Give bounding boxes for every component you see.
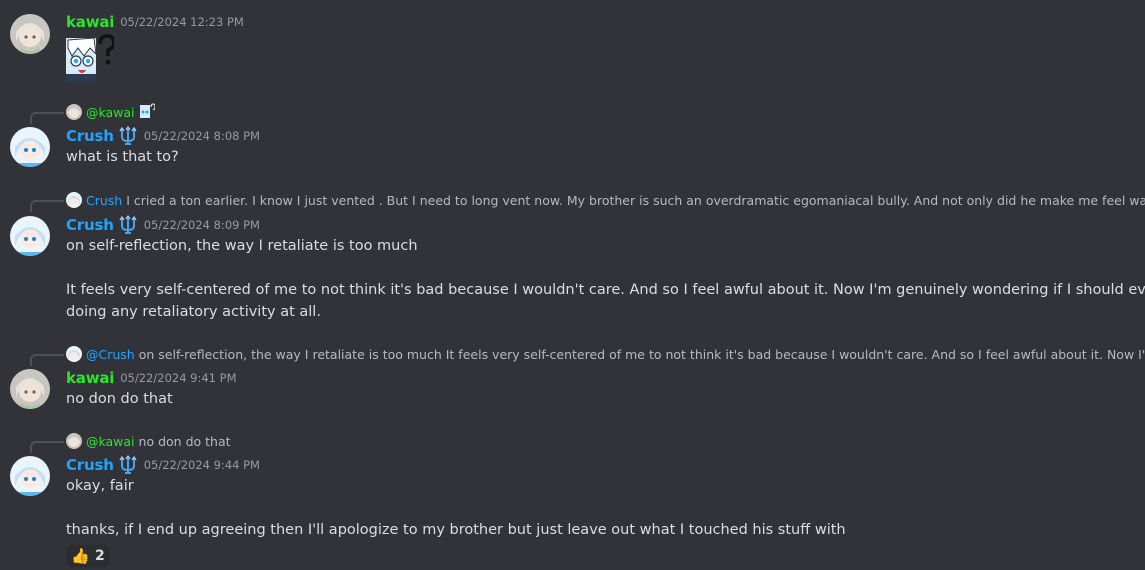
reply-preview[interactable]: Crush I cried a ton earlier. I know I ju… — [66, 191, 1145, 209]
reply-preview[interactable]: @kawai no don do that — [66, 432, 231, 450]
message-timestamp: 05/22/2024 12:23 PM — [120, 15, 244, 29]
thumbs-up-reaction[interactable]: 👍 2 — [66, 545, 110, 567]
kawai-avatar[interactable] — [10, 14, 50, 54]
kawai-mini-avatar — [66, 104, 82, 120]
chat-message-list: kawai 05/22/2024 12:23 PM @kawai Crush 0… — [0, 0, 1145, 570]
message-author[interactable]: Crush — [66, 127, 114, 145]
message-author[interactable]: kawai — [66, 13, 114, 31]
message-content: doing any retaliatory activity at all. — [66, 304, 321, 320]
reply-mention[interactable]: @kawai — [86, 105, 135, 120]
message-content: thanks, if I end up agreeing then I'll a… — [66, 522, 846, 538]
message-author[interactable]: Crush — [66, 456, 114, 474]
kawai-avatar[interactable] — [10, 369, 50, 409]
message-content: no don do that — [66, 391, 173, 407]
message-timestamp: 05/22/2024 8:08 PM — [143, 129, 260, 143]
message-content: on self-reflection, the way I retaliate … — [66, 238, 418, 254]
message-content: what is that to? — [66, 149, 179, 165]
confused-girl-sticker[interactable] — [66, 34, 116, 82]
reply-connector — [30, 441, 64, 453]
crush-avatar[interactable] — [10, 456, 50, 496]
crush-avatar[interactable] — [10, 127, 50, 167]
reply-mention[interactable]: @Crush — [86, 347, 135, 362]
reply-preview[interactable]: @Crush on self-reflection, the way I ret… — [66, 345, 1145, 363]
reply-connector — [30, 354, 64, 366]
kawai-mini-avatar — [66, 433, 82, 449]
reply-connector — [30, 200, 64, 212]
crush-avatar[interactable] — [10, 216, 50, 256]
message-author[interactable]: kawai — [66, 369, 114, 387]
message-author[interactable]: Crush — [66, 216, 114, 234]
reply-preview[interactable]: @kawai — [66, 102, 156, 122]
reaction-count: 2 — [94, 548, 105, 564]
sticker-thumb-icon — [139, 102, 156, 122]
trident-role-icon[interactable] — [118, 125, 138, 146]
message-timestamp: 05/22/2024 9:44 PM — [143, 458, 260, 472]
thumbs-up-icon: 👍 — [71, 547, 90, 565]
message-timestamp: 05/22/2024 8:09 PM — [143, 218, 260, 232]
crush-mini-avatar — [66, 346, 82, 362]
trident-role-icon[interactable] — [118, 214, 138, 235]
crush-mini-avatar — [66, 192, 82, 208]
reply-text: no don do that — [138, 433, 231, 449]
reply-mention[interactable]: @kawai — [86, 434, 135, 449]
trident-role-icon[interactable] — [118, 454, 138, 475]
reply-connector — [30, 112, 64, 124]
message-content: okay, fair — [66, 478, 134, 494]
reply-author[interactable]: Crush — [86, 193, 122, 208]
message-timestamp: 05/22/2024 9:41 PM — [120, 371, 237, 385]
reply-text: on self-reflection, the way I retaliate … — [138, 346, 1145, 362]
message-content: It feels very self-centered of me to not… — [66, 282, 1145, 298]
reply-text: I cried a ton earlier. I know I just ven… — [126, 192, 1145, 208]
